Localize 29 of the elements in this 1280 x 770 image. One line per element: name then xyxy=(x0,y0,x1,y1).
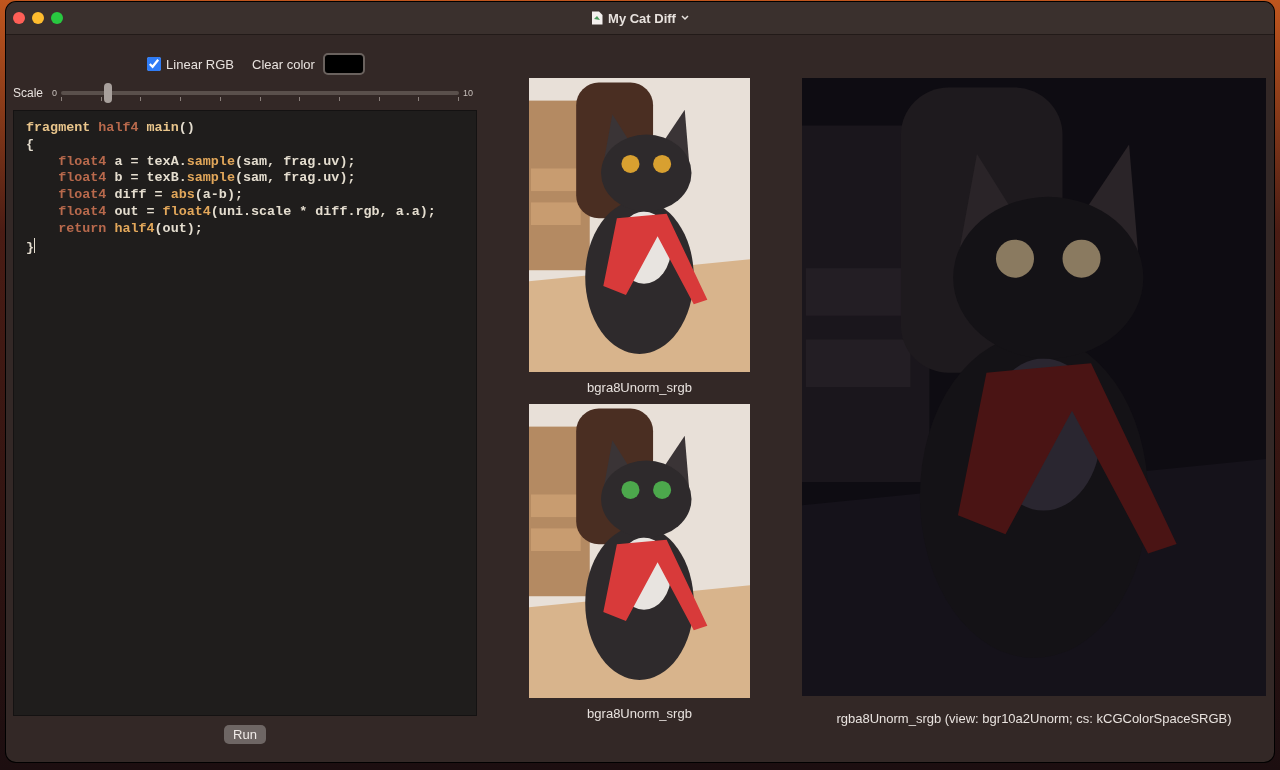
text-cursor xyxy=(34,237,36,253)
linear-rgb-checkbox[interactable] xyxy=(147,57,162,71)
image-caption: bgra8Unorm_srgb xyxy=(587,706,692,722)
code-line: float4 b = texB.sample(sam, frag.uv); xyxy=(57,170,356,188)
code-line: { xyxy=(26,136,35,154)
code-line: return half4(out); xyxy=(57,220,203,238)
scale-slider[interactable] xyxy=(61,83,459,103)
scale-label: Scale xyxy=(13,86,44,100)
run-button[interactable]: Run xyxy=(224,725,266,744)
code-line: float4 out = float4(uni.scale * diff.rgb, a.a); xyxy=(57,204,436,221)
minimize-button[interactable] xyxy=(32,12,44,24)
chevron-down-icon[interactable] xyxy=(680,15,689,21)
checkbox-label: Linear RGB xyxy=(166,56,235,72)
document-icon xyxy=(591,11,604,25)
slider-min-label: 0 xyxy=(52,88,58,98)
code-line: fragment half4 main() xyxy=(26,120,195,137)
image-caption: bgra8Unorm_srgb xyxy=(587,380,692,396)
slider-thumb[interactable] xyxy=(103,83,112,103)
color-well[interactable] xyxy=(322,53,365,75)
close-button[interactable] xyxy=(13,12,25,24)
code-line: float4 a = texA.sample(sam, frag.uv); xyxy=(57,153,356,171)
image-caption: rgba8Unorm_srgb (view: bgr10a2Unorm; cs: kCGColorSpaceSRGB) xyxy=(836,711,1232,726)
code-editor[interactable]: fragment half4 main() { float4 a = texA.sample(sam, frag.uv); float4 b = texB.sample(sam, frag.uv); float4 diff = abs(a-b); float4 out = float4(uni.scale * diff.rgb, a.a); return half4(out); } xyxy=(13,110,477,716)
code-line: } xyxy=(26,237,36,257)
slider-max-label: 10 xyxy=(463,88,473,98)
zoom-button[interactable] xyxy=(51,12,63,24)
code-line: float4 diff = abs(a-b); xyxy=(57,187,243,204)
clear-color-label: Clear color xyxy=(252,56,315,72)
window-title: My Cat Diff xyxy=(608,10,676,26)
